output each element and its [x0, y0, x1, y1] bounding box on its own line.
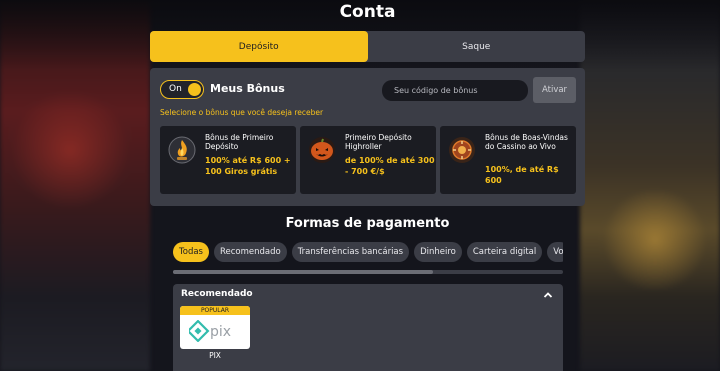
bonus-panel: On Meus Bônus Selecione o bônus que você… [150, 68, 585, 206]
bonus-card-offer: de 100% de até 300 - 700 €/$ [345, 156, 435, 176]
toggle-label: On [169, 84, 182, 94]
tab-withdraw[interactable]: Saque [368, 31, 586, 62]
popular-badge: POPULAR [180, 306, 250, 315]
recommended-title: Recomendado [181, 289, 253, 299]
bonus-cards: Bônus de Primeiro Depósito 100% até R$ 6… [160, 126, 577, 194]
recommended-section: Recomendado POPULAR pix PIX [173, 284, 563, 371]
bonus-card-name: Bônus de Boas-Vindas do Cassino ao Vivo [485, 133, 568, 151]
live-casino-icon [449, 137, 475, 163]
deposit-withdraw-tabs: Depósito Saque [150, 31, 585, 62]
filter-bank-transfers[interactable]: Transferências bancárias [291, 242, 410, 262]
filter-digital-wallet[interactable]: Carteira digital [466, 242, 543, 262]
activate-button[interactable]: Ativar [533, 77, 576, 103]
payment-method-pix[interactable]: POPULAR pix [180, 306, 250, 349]
bonus-card-name: Primeiro Depósito Highroller [345, 133, 412, 151]
flame-coin-icon [168, 136, 196, 164]
modal-title: Conta [339, 2, 396, 22]
bonus-card-highroller[interactable]: Primeiro Depósito Highroller de 100% de … [300, 126, 436, 194]
filter-all[interactable]: Todas [173, 242, 209, 262]
filter-recommended[interactable]: Recomendado [213, 242, 287, 262]
bonus-hint: Selecione o bônus que você deseja recebe… [160, 108, 324, 117]
pix-logo-text: pix [210, 324, 231, 340]
pumpkin-icon [309, 137, 335, 163]
bonus-code-input[interactable] [382, 80, 528, 101]
payment-method-name: PIX [209, 351, 221, 360]
scrollbar-thumb[interactable] [173, 270, 433, 274]
bonus-card-first-deposit[interactable]: Bônus de Primeiro Depósito 100% até R$ 6… [160, 126, 296, 194]
filter-cash[interactable]: Dinheiro [414, 242, 462, 262]
payment-methods-title: Formas de pagamento [285, 216, 450, 231]
payment-filters: Todas Recomendado Transferências bancári… [173, 242, 563, 262]
bonus-card-name: Bônus de Primeiro Depósito [205, 133, 274, 151]
bonus-toggle[interactable]: On [160, 80, 204, 99]
bonus-card-live-casino[interactable]: Bônus de Boas-Vindas do Cassino ao Vivo … [440, 126, 576, 194]
account-modal: Conta Depósito Saque On Meus Bônus Selec… [140, 0, 595, 371]
tab-deposit[interactable]: Depósito [150, 31, 368, 62]
bonus-title: Meus Bônus [210, 82, 285, 95]
filters-scrollbar[interactable] [173, 270, 563, 274]
filter-vouchers[interactable]: Vo [547, 242, 563, 262]
bonus-card-offer: 100%, de até R$ 600 [485, 165, 559, 185]
toggle-knob [188, 83, 201, 96]
chevron-up-icon[interactable] [543, 290, 553, 300]
pix-logo-icon: pix [189, 320, 231, 342]
bonus-card-offer: 100% até R$ 600 + 100 Giros grátis [205, 156, 291, 176]
